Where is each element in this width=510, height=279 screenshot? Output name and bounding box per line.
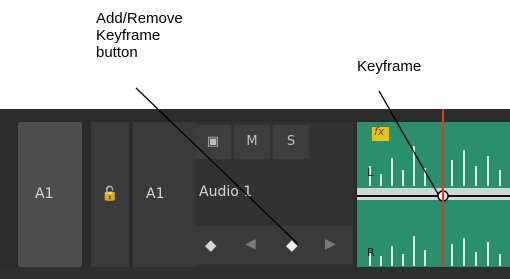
waveform-bottom bbox=[369, 236, 501, 266]
leader-line-button bbox=[135, 87, 299, 245]
timeline-overlay bbox=[135, 87, 510, 266]
leader-line-keyframe bbox=[378, 90, 439, 195]
playhead-line[interactable] bbox=[442, 109, 444, 279]
channel-right-label: R bbox=[367, 246, 375, 259]
channel-left-label: L bbox=[367, 166, 374, 179]
fx-label: fx bbox=[374, 125, 385, 138]
waveform-top bbox=[369, 146, 501, 186]
timeline-bottom-band bbox=[0, 267, 510, 279]
